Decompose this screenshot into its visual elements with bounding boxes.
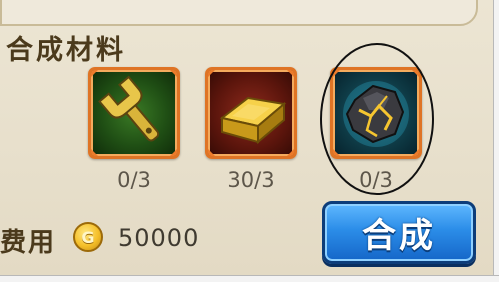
image-border-right: [493, 0, 499, 281]
material-slot-gold-bar[interactable]: [205, 67, 297, 159]
crafting-panel: 合成材料 0/3 30/3 0/3 费用 G 50000 合成: [0, 0, 493, 275]
material-count: 30/3: [227, 168, 275, 192]
section-title: 合成材料: [6, 35, 126, 66]
cost-label: 费用: [0, 228, 57, 258]
material-count: 0/3: [359, 168, 393, 192]
ore-stone-icon: [343, 81, 409, 147]
craft-button[interactable]: 合成: [322, 201, 476, 264]
material-count: 0/3: [117, 168, 151, 192]
top-panel-edge: [0, 0, 478, 26]
material-slot-ore-stone[interactable]: [330, 67, 422, 159]
craft-button-label: 合成: [362, 216, 436, 256]
gold-coin-icon: G: [73, 222, 103, 252]
wrench-icon: [98, 75, 160, 142]
cost-amount: 50000: [118, 224, 200, 252]
gold-bar-icon: [219, 96, 287, 145]
material-slot-wrench[interactable]: [88, 67, 180, 159]
